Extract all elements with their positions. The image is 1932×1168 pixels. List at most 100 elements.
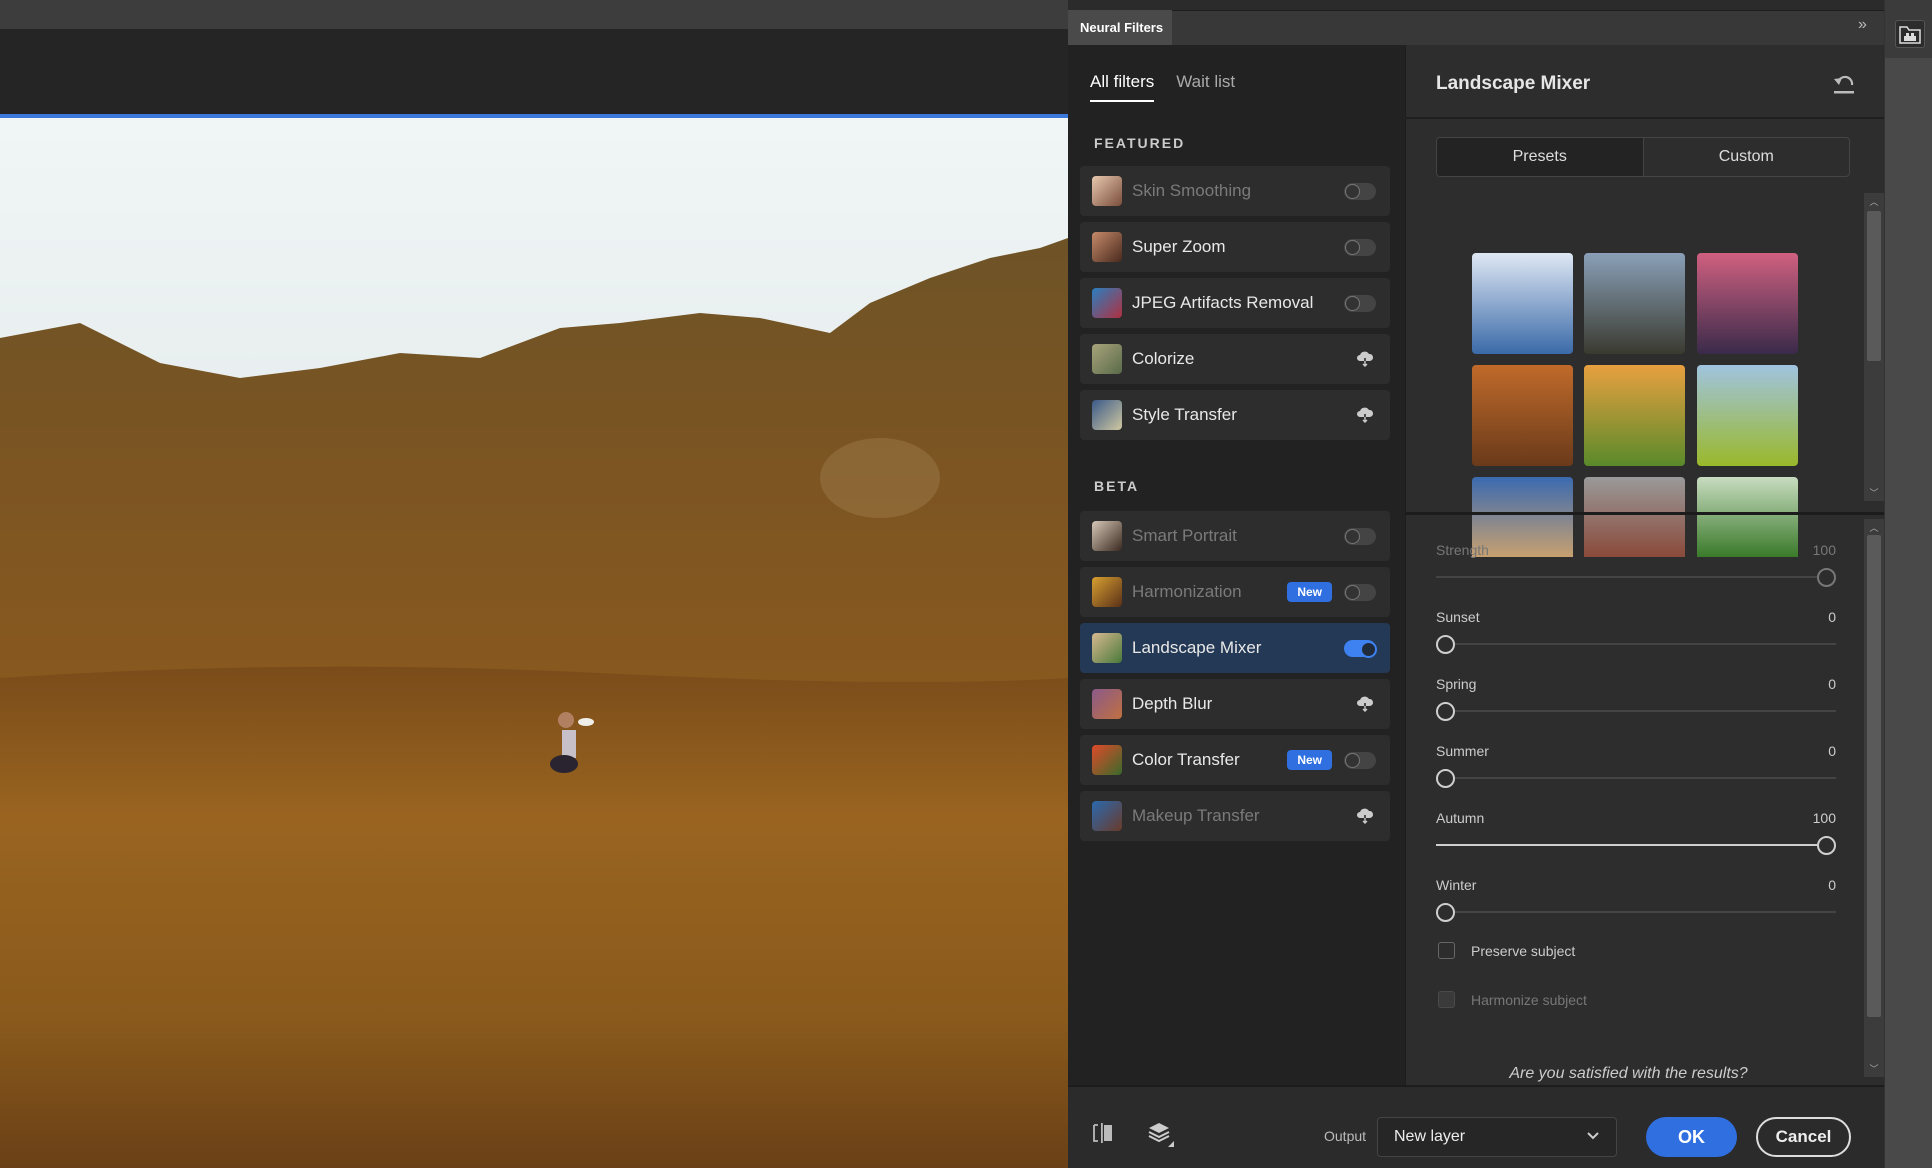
dust-haze	[820, 438, 940, 518]
filter-toggle[interactable]	[1344, 751, 1376, 769]
new-badge: New	[1287, 582, 1332, 602]
ok-button[interactable]: OK	[1646, 1117, 1737, 1157]
filter-name: Style Transfer	[1132, 405, 1237, 424]
scrollbar-thumb[interactable]	[1867, 535, 1881, 1017]
scrollbar-thumb[interactable]	[1867, 211, 1881, 361]
slider-track[interactable]	[1436, 777, 1836, 779]
filter-row-depth-blur[interactable]: Depth Blur	[1080, 679, 1390, 729]
section-featured: FEATURED	[1094, 135, 1186, 151]
harmonize-subject-checkbox: Harmonize subject	[1438, 991, 1587, 1008]
filter-row-landscape-mixer[interactable]: Landscape Mixer	[1080, 623, 1390, 673]
filter-toggle[interactable]	[1344, 182, 1376, 200]
filter-thumbnail	[1092, 344, 1122, 374]
presets-scrollbar[interactable]: ︿ ﹀	[1864, 193, 1884, 501]
filter-row-super-zoom[interactable]: Super Zoom	[1080, 222, 1390, 272]
filter-row-smart-portrait[interactable]: Smart Portrait	[1080, 511, 1390, 561]
slider-value: 0	[1828, 877, 1836, 893]
scroll-up-icon[interactable]: ︿	[1864, 521, 1884, 534]
filter-name: Depth Blur	[1132, 694, 1213, 713]
app-options-bar	[0, 0, 1068, 29]
slider-autumn[interactable]: Autumn 100	[1436, 810, 1836, 870]
slider-value: 100	[1812, 810, 1836, 826]
slider-handle[interactable]	[1436, 635, 1455, 654]
canvas-photo-landscape	[0, 118, 1068, 1168]
filter-row-color-transfer[interactable]: Color Transfer New	[1080, 735, 1390, 785]
preset-canyon[interactable]	[1472, 365, 1573, 466]
filter-toggle[interactable]	[1344, 639, 1377, 658]
divider	[1406, 512, 1884, 515]
checkbox-box[interactable]	[1438, 942, 1455, 959]
filter-row-jpeg-artifacts-removal[interactable]: JPEG Artifacts Removal	[1080, 278, 1390, 328]
cloud-download-icon[interactable]	[1356, 407, 1374, 424]
preset-sunrise-green-hills[interactable]	[1584, 365, 1685, 466]
slider-handle[interactable]	[1436, 903, 1455, 922]
scroll-down-icon[interactable]: ﹀	[1864, 1062, 1884, 1075]
slider-winter[interactable]: Winter 0	[1436, 877, 1836, 937]
output-dropdown[interactable]: New layer	[1377, 1117, 1617, 1157]
section-beta: BETA	[1094, 478, 1140, 494]
preset-snowy-mountain-lake[interactable]	[1472, 253, 1573, 354]
tab-all-filters[interactable]: All filters	[1090, 72, 1155, 102]
filter-tabs: All filters Wait list	[1090, 72, 1235, 102]
slider-summer[interactable]: Summer 0	[1436, 743, 1836, 803]
slider-sunset[interactable]: Sunset 0	[1436, 609, 1836, 669]
slider-track[interactable]	[1436, 911, 1836, 913]
tab-wait-list[interactable]: Wait list	[1176, 72, 1235, 102]
cloud-download-icon[interactable]	[1356, 696, 1374, 713]
preset-alpine-meadow[interactable]	[1697, 365, 1798, 466]
filter-row-skin-smoothing[interactable]: Skin Smoothing	[1080, 166, 1390, 216]
filter-thumbnail	[1092, 577, 1122, 607]
libraries-icon[interactable]	[1895, 20, 1925, 48]
slider-handle[interactable]	[1436, 769, 1455, 788]
slider-handle[interactable]	[1817, 836, 1836, 855]
layers-icon[interactable]	[1148, 1121, 1174, 1147]
slider-label: Summer	[1436, 743, 1489, 759]
slider-track[interactable]	[1436, 643, 1836, 645]
filter-row-harmonization[interactable]: Harmonization New	[1080, 567, 1390, 617]
preserve-subject-checkbox[interactable]: Preserve subject	[1438, 942, 1575, 959]
filter-thumbnail	[1092, 176, 1122, 206]
scroll-down-icon[interactable]: ﹀	[1864, 486, 1884, 499]
slider-handle[interactable]	[1817, 568, 1836, 587]
slider-handle[interactable]	[1436, 702, 1455, 721]
filter-name: Harmonization	[1132, 582, 1242, 601]
preset-sunset-mountain-reflection[interactable]	[1697, 253, 1798, 354]
cloud-download-icon[interactable]	[1356, 808, 1374, 825]
slider-strength[interactable]: Strength 100	[1436, 542, 1836, 602]
filter-row-colorize[interactable]: Colorize	[1080, 334, 1390, 384]
filter-thumbnail	[1092, 689, 1122, 719]
slider-track[interactable]	[1436, 576, 1836, 578]
slider-label: Strength	[1436, 542, 1489, 558]
new-badge: New	[1287, 750, 1332, 770]
filter-row-style-transfer[interactable]: Style Transfer	[1080, 390, 1390, 440]
segment-presets[interactable]: Presets	[1437, 138, 1644, 176]
filter-thumbnail	[1092, 232, 1122, 262]
cancel-button[interactable]: Cancel	[1756, 1117, 1851, 1157]
preset-mountain-river-valley[interactable]	[1584, 253, 1685, 354]
slider-spring[interactable]: Spring 0	[1436, 676, 1836, 736]
image-canvas[interactable]	[0, 118, 1068, 1168]
feedback-prompt: Are you satisfied with the results?	[1509, 1065, 1748, 1082]
filter-toggle[interactable]	[1344, 294, 1376, 312]
settings-scrollbar[interactable]: ︿ ﹀	[1864, 519, 1884, 1077]
slider-value: 0	[1828, 676, 1836, 692]
photo-subject-person	[548, 710, 608, 790]
filter-toggle[interactable]	[1344, 583, 1376, 601]
panel-footer: Output New layer OK Cancel	[1068, 1085, 1884, 1168]
filter-thumbnail	[1092, 521, 1122, 551]
output-value: New layer	[1394, 1128, 1466, 1145]
cloud-download-icon[interactable]	[1356, 351, 1374, 368]
filter-row-makeup-transfer[interactable]: Makeup Transfer	[1080, 791, 1390, 841]
segment-custom[interactable]: Custom	[1644, 138, 1850, 176]
slider-label: Winter	[1436, 877, 1477, 893]
filter-name: JPEG Artifacts Removal	[1132, 293, 1314, 312]
panel-tab-neural-filters[interactable]: Neural Filters	[1068, 10, 1172, 45]
slider-value: 0	[1828, 609, 1836, 625]
scroll-up-icon[interactable]: ︿	[1864, 195, 1884, 208]
filter-toggle[interactable]	[1344, 527, 1376, 545]
filter-toggle[interactable]	[1344, 238, 1376, 256]
collapse-panel-icon[interactable]: »	[1858, 16, 1867, 34]
slider-track[interactable]	[1436, 710, 1836, 712]
reset-icon[interactable]	[1832, 73, 1856, 95]
before-after-icon[interactable]	[1092, 1123, 1114, 1143]
